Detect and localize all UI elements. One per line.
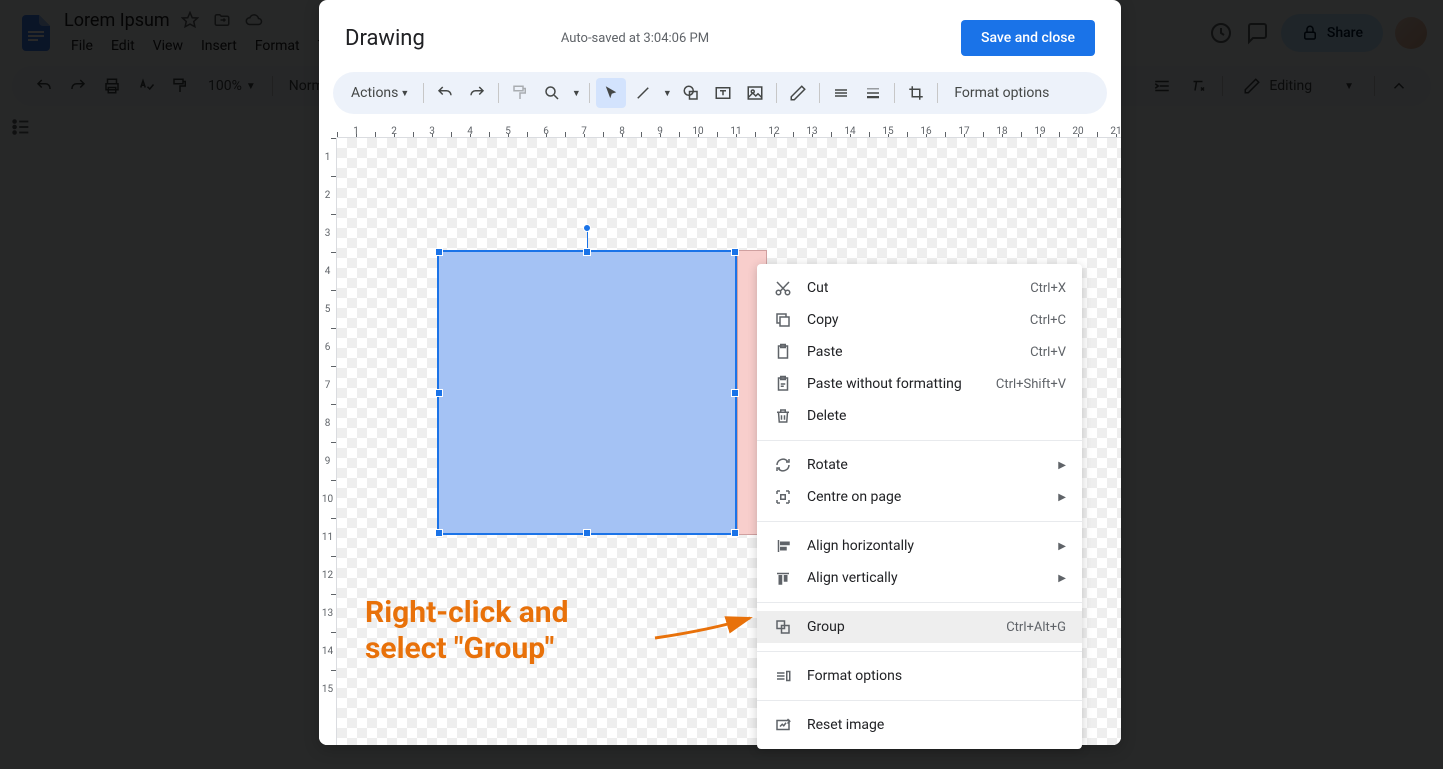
shape-tool-icon[interactable] bbox=[676, 78, 706, 108]
ctx-label: Delete bbox=[807, 408, 846, 424]
ctx-label: Reset image bbox=[807, 717, 884, 733]
annotation-arrow-icon bbox=[650, 610, 760, 645]
cut-icon bbox=[773, 278, 793, 298]
resize-handle[interactable] bbox=[731, 529, 739, 537]
ctx-cut[interactable]: CutCtrl+X bbox=[757, 272, 1082, 304]
paint-format-icon[interactable] bbox=[505, 78, 535, 108]
zoom-dropdown[interactable]: ▼ bbox=[569, 88, 583, 99]
ctx-label: Centre on page bbox=[807, 489, 901, 505]
ctx-label: Paste bbox=[807, 344, 843, 360]
ctx-centre-on-page[interactable]: Centre on page ▶ bbox=[757, 481, 1082, 513]
blue-rectangle-shape-selected[interactable] bbox=[437, 250, 737, 535]
vertical-ruler: 123456789101112131415 bbox=[319, 138, 337, 745]
border-weight-icon[interactable] bbox=[858, 78, 888, 108]
select-tool-icon[interactable] bbox=[596, 78, 626, 108]
ctx-group[interactable]: GroupCtrl+Alt+G bbox=[757, 611, 1082, 643]
zoom-icon[interactable] bbox=[537, 78, 567, 108]
center-icon bbox=[773, 487, 793, 507]
submenu-arrow-icon: ▶ bbox=[1058, 573, 1066, 584]
textbox-tool-icon[interactable] bbox=[708, 78, 738, 108]
ctx-reset-image[interactable]: Reset image bbox=[757, 709, 1082, 741]
resize-handle[interactable] bbox=[583, 529, 591, 537]
autosave-status: Auto-saved at 3:04:06 PM bbox=[561, 31, 709, 46]
paste-plain-icon bbox=[773, 374, 793, 394]
ctx-label: Rotate bbox=[807, 457, 848, 473]
resize-handle[interactable] bbox=[435, 529, 443, 537]
ctx-label: Format options bbox=[807, 668, 902, 684]
annotation-text: Right-click and select "Group" bbox=[365, 595, 568, 667]
align-v-icon bbox=[773, 568, 793, 588]
horizontal-ruler: 123456789101112131415161718192021 bbox=[337, 120, 1121, 138]
resize-handle[interactable] bbox=[731, 248, 739, 256]
ctx-align-vertically[interactable]: Align vertically ▶ bbox=[757, 562, 1082, 594]
submenu-arrow-icon: ▶ bbox=[1058, 460, 1066, 471]
ctx-paste-without-formatting[interactable]: Paste without formattingCtrl+Shift+V bbox=[757, 368, 1082, 400]
resize-handle[interactable] bbox=[435, 248, 443, 256]
ctx-copy[interactable]: CopyCtrl+C bbox=[757, 304, 1082, 336]
ctx-label: Group bbox=[807, 619, 845, 635]
paste-icon bbox=[773, 342, 793, 362]
context-menu: CutCtrl+XCopyCtrl+CPasteCtrl+VPaste with… bbox=[757, 264, 1082, 749]
resize-handle[interactable] bbox=[435, 389, 443, 397]
image-tool-icon[interactable] bbox=[740, 78, 770, 108]
rotate-icon bbox=[773, 455, 793, 475]
save-close-button[interactable]: Save and close bbox=[961, 20, 1095, 56]
align-h-icon bbox=[773, 536, 793, 556]
ctx-paste[interactable]: PasteCtrl+V bbox=[757, 336, 1082, 368]
ctx-align-horizontally[interactable]: Align horizontally ▶ bbox=[757, 530, 1082, 562]
ctx-rotate[interactable]: Rotate ▶ bbox=[757, 449, 1082, 481]
rotate-handle[interactable] bbox=[583, 224, 591, 232]
drawing-toolbar: Actions▼ ▼ ▼ Format options bbox=[333, 72, 1107, 114]
group-icon bbox=[773, 617, 793, 637]
submenu-arrow-icon: ▶ bbox=[1058, 492, 1066, 503]
undo-icon[interactable] bbox=[430, 78, 460, 108]
border-color-icon[interactable] bbox=[826, 78, 856, 108]
ctx-format-options[interactable]: Format options bbox=[757, 660, 1082, 692]
delete-icon bbox=[773, 406, 793, 426]
ctx-delete[interactable]: Delete bbox=[757, 400, 1082, 432]
resize-handle[interactable] bbox=[731, 389, 739, 397]
ctx-label: Align vertically bbox=[807, 570, 898, 586]
crop-icon[interactable] bbox=[901, 78, 931, 108]
line-tool-icon[interactable] bbox=[628, 78, 658, 108]
format-icon bbox=[773, 666, 793, 686]
ctx-label: Cut bbox=[807, 280, 828, 296]
line-dropdown[interactable]: ▼ bbox=[660, 88, 674, 99]
resize-handle[interactable] bbox=[583, 248, 591, 256]
ctx-label: Paste without formatting bbox=[807, 376, 962, 392]
redo-icon[interactable] bbox=[462, 78, 492, 108]
ctx-label: Align horizontally bbox=[807, 538, 914, 554]
dialog-title: Drawing bbox=[345, 26, 425, 51]
actions-menu[interactable]: Actions▼ bbox=[343, 81, 417, 105]
submenu-arrow-icon: ▶ bbox=[1058, 541, 1066, 552]
ctx-label: Copy bbox=[807, 312, 839, 328]
fill-color-icon[interactable] bbox=[783, 78, 813, 108]
reset-icon bbox=[773, 715, 793, 735]
format-options-button[interactable]: Format options bbox=[944, 85, 1059, 101]
copy-icon bbox=[773, 310, 793, 330]
